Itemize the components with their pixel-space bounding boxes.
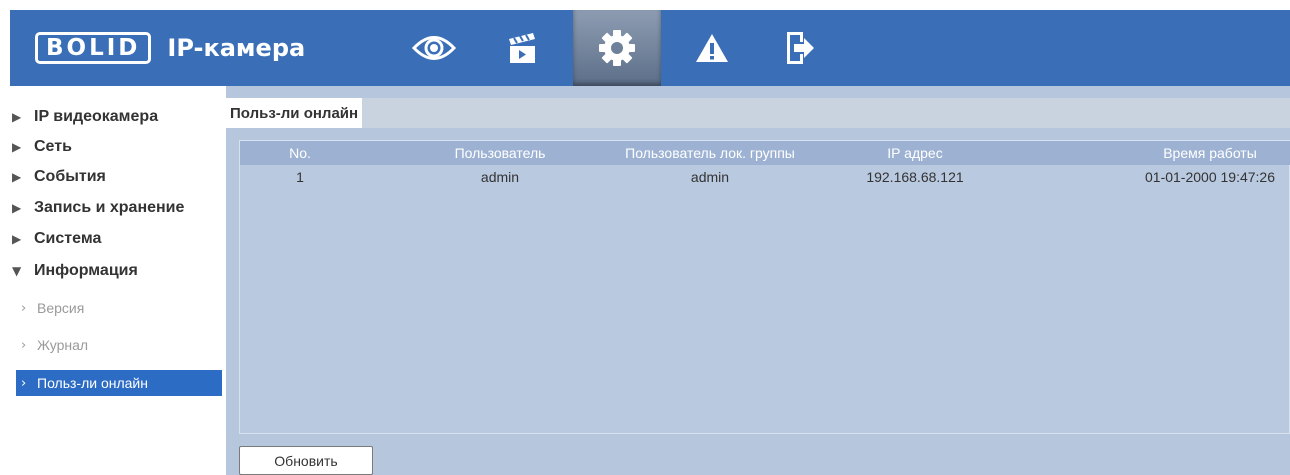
sidebar-subitem-label: Журнал — [37, 337, 89, 353]
chevron-right-icon: › — [21, 300, 27, 316]
app-title: IP-камера — [167, 34, 306, 62]
cell-user: admin — [480, 169, 520, 185]
sidebar-item-label: Запись и хранение — [34, 199, 185, 216]
sidebar-item-label: События — [34, 168, 106, 185]
eye-icon — [411, 36, 456, 60]
sidebar-item-label: Система — [34, 230, 102, 247]
sidebar-item-label: Сеть — [34, 138, 72, 155]
refresh-button[interactable]: Обновить — [239, 446, 373, 475]
warning-icon — [695, 34, 728, 62]
online-users-table: No. Пользователь Пользователь лок. групп… — [239, 140, 1290, 434]
sidebar-subitem-version[interactable]: › Версия — [16, 295, 222, 321]
nav-logout[interactable] — [763, 10, 836, 86]
sidebar-item-events[interactable]: ▶ События — [10, 164, 224, 190]
tab-online-users[interactable]: Польз-ли онлайн — [226, 98, 363, 128]
column-header-no: No. — [289, 145, 311, 161]
nav-alarm[interactable] — [675, 10, 748, 86]
sidebar-item-ip-camera[interactable]: ▶ IP видеокамера — [10, 104, 224, 130]
sidebar-item-network[interactable]: ▶ Сеть — [10, 134, 224, 160]
table-header: No. Пользователь Пользователь лок. групп… — [240, 141, 1290, 165]
sidebar-item-storage[interactable]: ▶ Запись и хранение — [10, 195, 224, 221]
chevron-right-icon: › — [21, 375, 27, 391]
cell-ip: 192.168.68.121 — [866, 169, 964, 185]
sidebar-item-information[interactable]: ▼ Информация — [10, 258, 224, 284]
nav-playback[interactable] — [485, 10, 558, 86]
collapsed-arrow-icon: ▶ — [12, 170, 22, 184]
main-nav — [397, 10, 851, 86]
app-frame: BOLID IP-камера ▶ IP видеокамера ▶ Сеть … — [10, 10, 1290, 475]
gear-icon — [599, 30, 635, 66]
collapsed-arrow-icon: ▶ — [12, 232, 22, 246]
sidebar: ▶ IP видеокамера ▶ Сеть ▶ События ▶ Запи… — [10, 86, 224, 475]
cell-no: 1 — [296, 169, 304, 185]
chevron-right-icon: › — [21, 337, 27, 353]
sidebar-subitem-online-users[interactable]: › Польз-ли онлайн — [16, 370, 222, 396]
sidebar-item-system[interactable]: ▶ Система — [10, 226, 224, 252]
column-header-user: Пользователь — [454, 145, 546, 161]
column-header-ip: IP адрес — [887, 145, 943, 161]
tab-strip: Польз-ли онлайн — [226, 98, 1290, 128]
cell-uptime: 01-01-2000 19:47:26 — [1145, 169, 1275, 185]
top-bar: BOLID IP-камера — [10, 10, 1290, 86]
sidebar-item-label: IP видеокамера — [34, 108, 159, 125]
main-content: Польз-ли онлайн No. Пользователь Пользов… — [226, 86, 1290, 475]
collapsed-arrow-icon: ▶ — [12, 140, 22, 154]
collapsed-arrow-icon: ▶ — [12, 110, 22, 124]
column-header-uptime: Время работы — [1163, 145, 1257, 161]
collapsed-arrow-icon: ▶ — [12, 201, 22, 215]
nav-settings[interactable] — [573, 10, 661, 86]
brand: BOLID IP-камера — [35, 30, 305, 66]
sidebar-subitem-label: Версия — [37, 300, 85, 316]
expanded-arrow-icon: ▼ — [12, 264, 22, 278]
column-header-local-group: Пользователь лок. группы — [625, 145, 795, 161]
table-row: 1 admin admin 192.168.68.121 01-01-2000 … — [240, 165, 1290, 189]
clapperboard-icon — [508, 33, 535, 63]
brand-logo: BOLID — [35, 32, 152, 64]
sidebar-subitem-log[interactable]: › Журнал — [16, 332, 222, 358]
logout-icon — [786, 32, 814, 64]
sidebar-subitem-label: Польз-ли онлайн — [37, 375, 148, 391]
cell-local-group: admin — [690, 169, 730, 185]
nav-live-view[interactable] — [397, 10, 470, 86]
sidebar-item-label: Информация — [34, 262, 138, 279]
